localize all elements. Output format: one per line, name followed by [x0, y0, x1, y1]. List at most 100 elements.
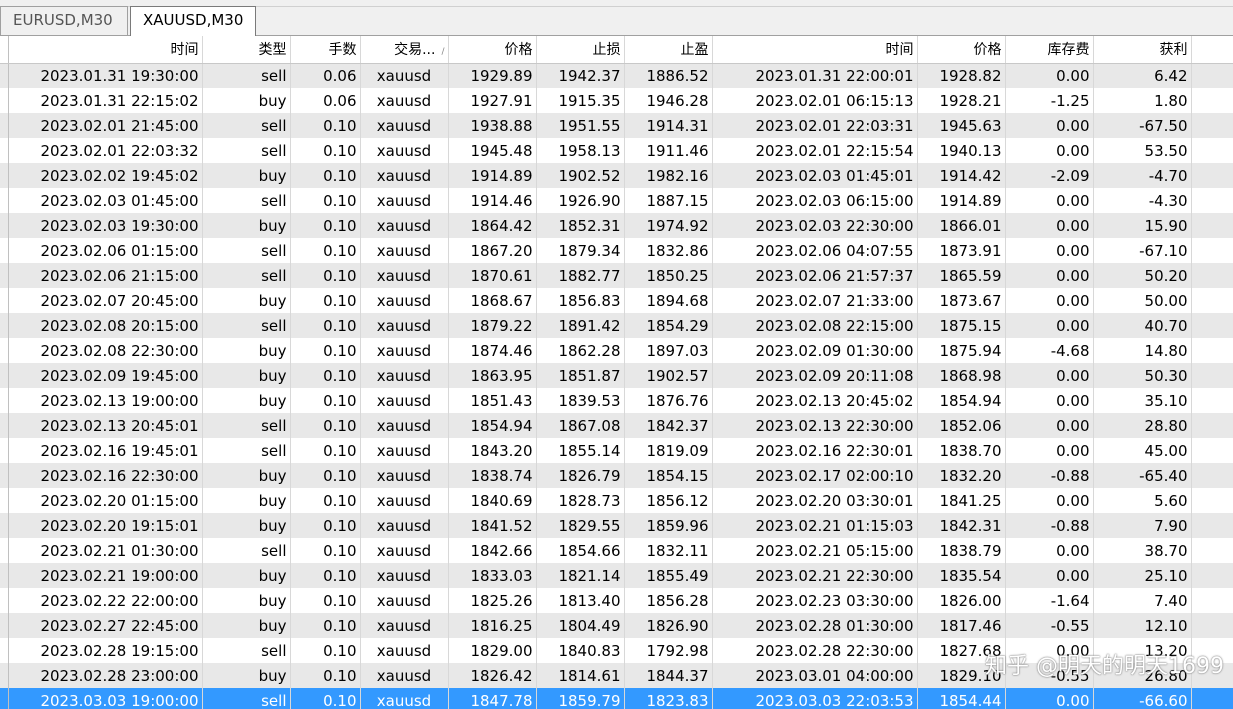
row-spacer	[0, 413, 9, 438]
table-row[interactable]: 2023.02.27 22:45:00 buy 0.10 xauusd 1816.25 1…	[0, 613, 1233, 638]
table-row[interactable]: 2023.02.06 21:15:00 sell 0.10 xauusd 1870.61…	[0, 263, 1233, 288]
table-row[interactable]: 2023.02.01 21:45:00 sell 0.10 xauusd 1938.88…	[0, 113, 1233, 138]
cell-profit: 15.90	[1093, 213, 1192, 238]
cell-swap: 0.00	[1005, 138, 1094, 163]
table-row[interactable]: 2023.02.13 20:45:01 sell 0.10 xauusd 1854.94…	[0, 413, 1233, 438]
row-spacer	[0, 663, 9, 688]
header-type[interactable]: 类型	[202, 36, 291, 64]
cell-swap: -1.25	[1005, 88, 1094, 113]
cell-open-time: 2023.02.02 19:45:02	[8, 163, 203, 188]
table-row[interactable]: 2023.03.03 19:00:00 sell 0.10 xauusd 1847.78…	[0, 688, 1233, 709]
table-row[interactable]: 2023.02.13 19:00:00 buy 0.10 xauusd 1851.43 1…	[0, 388, 1233, 413]
cell-symbol: xauusd	[360, 138, 449, 163]
cell-symbol: xauusd	[360, 588, 449, 613]
header-stop-loss[interactable]: 止损	[536, 36, 625, 64]
cell-symbol: xauusd	[360, 213, 449, 238]
cell-open-time: 2023.02.06 01:15:00	[8, 238, 203, 263]
table-row[interactable]: 2023.02.09 19:45:00 buy 0.10 xauusd 1863.95 1…	[0, 363, 1233, 388]
table-row[interactable]: 2023.02.01 22:03:32 sell 0.10 xauusd 1945.48…	[0, 138, 1233, 163]
table-row[interactable]: 2023.02.20 19:15:01 buy 0.10 xauusd 1841.52 1…	[0, 513, 1233, 538]
cell-open-time: 2023.02.21 01:30:00	[8, 538, 203, 563]
header-symbol[interactable]: 交易... /	[360, 36, 449, 64]
cell-profit: 1.80	[1093, 88, 1192, 113]
header-take-profit[interactable]: 止盈	[624, 36, 713, 64]
row-spacer	[0, 613, 9, 638]
cell-stop-loss: 1814.61	[536, 663, 625, 688]
cell-close-time: 2023.02.28 22:30:00	[712, 638, 918, 663]
cell-profit: -4.30	[1093, 188, 1192, 213]
cell-symbol: xauusd	[360, 363, 449, 388]
table-row[interactable]: 2023.02.20 01:15:00 buy 0.10 xauusd 1840.69 1…	[0, 488, 1233, 513]
cell-take-profit: 1974.92	[624, 213, 713, 238]
cell-stop-loss: 1879.34	[536, 238, 625, 263]
cell-type: sell	[202, 313, 291, 338]
header-close-price[interactable]: 价格	[917, 36, 1006, 64]
cell-open-price: 1938.88	[448, 113, 537, 138]
cell-profit: 5.60	[1093, 488, 1192, 513]
cell-close-time: 2023.01.31 22:00:01	[712, 63, 918, 88]
table-row[interactable]: 2023.02.08 22:30:00 buy 0.10 xauusd 1874.46 1…	[0, 338, 1233, 363]
header-open-time[interactable]: 时间	[8, 36, 203, 64]
cell-profit: 7.40	[1093, 588, 1192, 613]
cell-open-time: 2023.02.13 20:45:01	[8, 413, 203, 438]
cell-close-price: 1854.94	[917, 388, 1006, 413]
cell-close-time: 2023.02.28 01:30:00	[712, 613, 918, 638]
cell-symbol: xauusd	[360, 288, 449, 313]
cell-take-profit: 1859.96	[624, 513, 713, 538]
cell-stop-loss: 1839.53	[536, 388, 625, 413]
cell-volume: 0.10	[290, 688, 361, 709]
cell-open-price: 1867.20	[448, 238, 537, 263]
table-row[interactable]: 2023.02.03 01:45:00 sell 0.10 xauusd 1914.46…	[0, 188, 1233, 213]
cell-type: buy	[202, 513, 291, 538]
cell-symbol: xauusd	[360, 663, 449, 688]
table-row[interactable]: 2023.02.22 22:00:00 buy 0.10 xauusd 1825.26 1…	[0, 588, 1233, 613]
cell-open-time: 2023.02.16 19:45:01	[8, 438, 203, 463]
header-open-price[interactable]: 价格	[448, 36, 537, 64]
cell-volume: 0.10	[290, 263, 361, 288]
cell-profit: -65.40	[1093, 463, 1192, 488]
cell-symbol: xauusd	[360, 113, 449, 138]
cell-open-price: 1843.20	[448, 438, 537, 463]
header-profit[interactable]: 获利	[1093, 36, 1192, 64]
table-row[interactable]: 2023.02.06 01:15:00 sell 0.10 xauusd 1867.20…	[0, 238, 1233, 263]
table-row[interactable]: 2023.02.03 19:30:00 buy 0.10 xauusd 1864.42 1…	[0, 213, 1233, 238]
cell-open-time: 2023.02.08 20:15:00	[8, 313, 203, 338]
tab-xauusd-m30[interactable]: XAUUSD,M30	[130, 6, 256, 36]
cell-symbol: xauusd	[360, 438, 449, 463]
cell-take-profit: 1856.12	[624, 488, 713, 513]
cell-type: buy	[202, 88, 291, 113]
cell-close-price: 1928.82	[917, 63, 1006, 88]
table-row[interactable]: 2023.02.08 20:15:00 sell 0.10 xauusd 1879.22…	[0, 313, 1233, 338]
cell-stop-loss: 1882.77	[536, 263, 625, 288]
cell-swap: -0.55	[1005, 613, 1094, 638]
trade-history-grid: 时间 类型 手数 交易... / 价格 止损 止盈 时间 价格 库存费 获利 20…	[0, 36, 1233, 709]
table-row[interactable]: 2023.02.21 19:00:00 buy 0.10 xauusd 1833.03 1…	[0, 563, 1233, 588]
row-filler	[1191, 288, 1233, 313]
cell-symbol: xauusd	[360, 88, 449, 113]
cell-open-price: 1864.42	[448, 213, 537, 238]
cell-stop-loss: 1840.83	[536, 638, 625, 663]
tab-eurusd-m30[interactable]: EURUSD,M30	[0, 6, 128, 35]
cell-close-price: 1838.79	[917, 538, 1006, 563]
row-spacer	[0, 163, 9, 188]
cell-profit: 14.80	[1093, 338, 1192, 363]
table-row[interactable]: 2023.01.31 22:15:02 buy 0.06 xauusd 1927.91 1…	[0, 88, 1233, 113]
cell-symbol: xauusd	[360, 263, 449, 288]
cell-stop-loss: 1855.14	[536, 438, 625, 463]
table-row[interactable]: 2023.02.21 01:30:00 sell 0.10 xauusd 1842.66…	[0, 538, 1233, 563]
table-row[interactable]: 2023.02.02 19:45:02 buy 0.10 xauusd 1914.89 1…	[0, 163, 1233, 188]
table-row[interactable]: 2023.01.31 19:30:00 sell 0.06 xauusd 1929.89…	[0, 63, 1233, 88]
table-row[interactable]: 2023.02.16 22:30:00 buy 0.10 xauusd 1838.74 1…	[0, 463, 1233, 488]
table-row[interactable]: 2023.02.07 20:45:00 buy 0.10 xauusd 1868.67 1…	[0, 288, 1233, 313]
cell-take-profit: 1842.37	[624, 413, 713, 438]
table-row[interactable]: 2023.02.16 19:45:01 sell 0.10 xauusd 1843.20…	[0, 438, 1233, 463]
cell-open-price: 1840.69	[448, 488, 537, 513]
header-close-time[interactable]: 时间	[712, 36, 918, 64]
cell-profit: 38.70	[1093, 538, 1192, 563]
cell-symbol: xauusd	[360, 313, 449, 338]
cell-take-profit: 1982.16	[624, 163, 713, 188]
header-swap[interactable]: 库存费	[1005, 36, 1094, 64]
cell-volume: 0.10	[290, 463, 361, 488]
cell-open-price: 1833.03	[448, 563, 537, 588]
header-volume[interactable]: 手数	[290, 36, 361, 64]
